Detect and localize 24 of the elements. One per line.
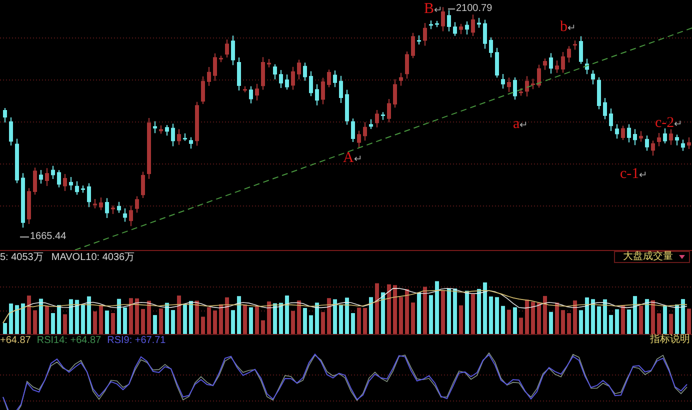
volume-legend: 5: 4053万	[0, 252, 44, 262]
return-mark: ↵	[434, 4, 442, 16]
caret-icon	[679, 255, 685, 259]
leader-line	[448, 8, 456, 10]
wave-label: b	[560, 19, 568, 35]
wave-label: B	[424, 1, 434, 17]
return-mark: ↵	[639, 169, 648, 181]
return-mark: ↵	[568, 22, 576, 34]
wave-label: c-2	[655, 115, 674, 131]
indicator-dropdown[interactable]: 大盘成交量	[614, 251, 690, 263]
wave-label: c-1	[620, 166, 640, 182]
low-price-label: 1665.44	[30, 231, 66, 243]
high-price-label: 2100.79	[456, 3, 492, 15]
volume-legend: MAVOL10: 4036万	[51, 252, 135, 262]
rsi-legend: RSI14: +64.87	[36, 334, 102, 346]
return-mark: ↵	[674, 118, 682, 130]
return-mark: ↵	[354, 154, 362, 165]
return-mark: ↵	[520, 119, 528, 131]
indicator-help-link[interactable]: 指标说明	[650, 335, 690, 346]
rsi-legend: +64.87	[0, 334, 31, 346]
wave-label: A	[343, 150, 354, 166]
wave-label: a	[513, 116, 520, 132]
rsi-legend: RSI9: +67.71	[107, 334, 166, 346]
leader-line	[20, 236, 30, 238]
